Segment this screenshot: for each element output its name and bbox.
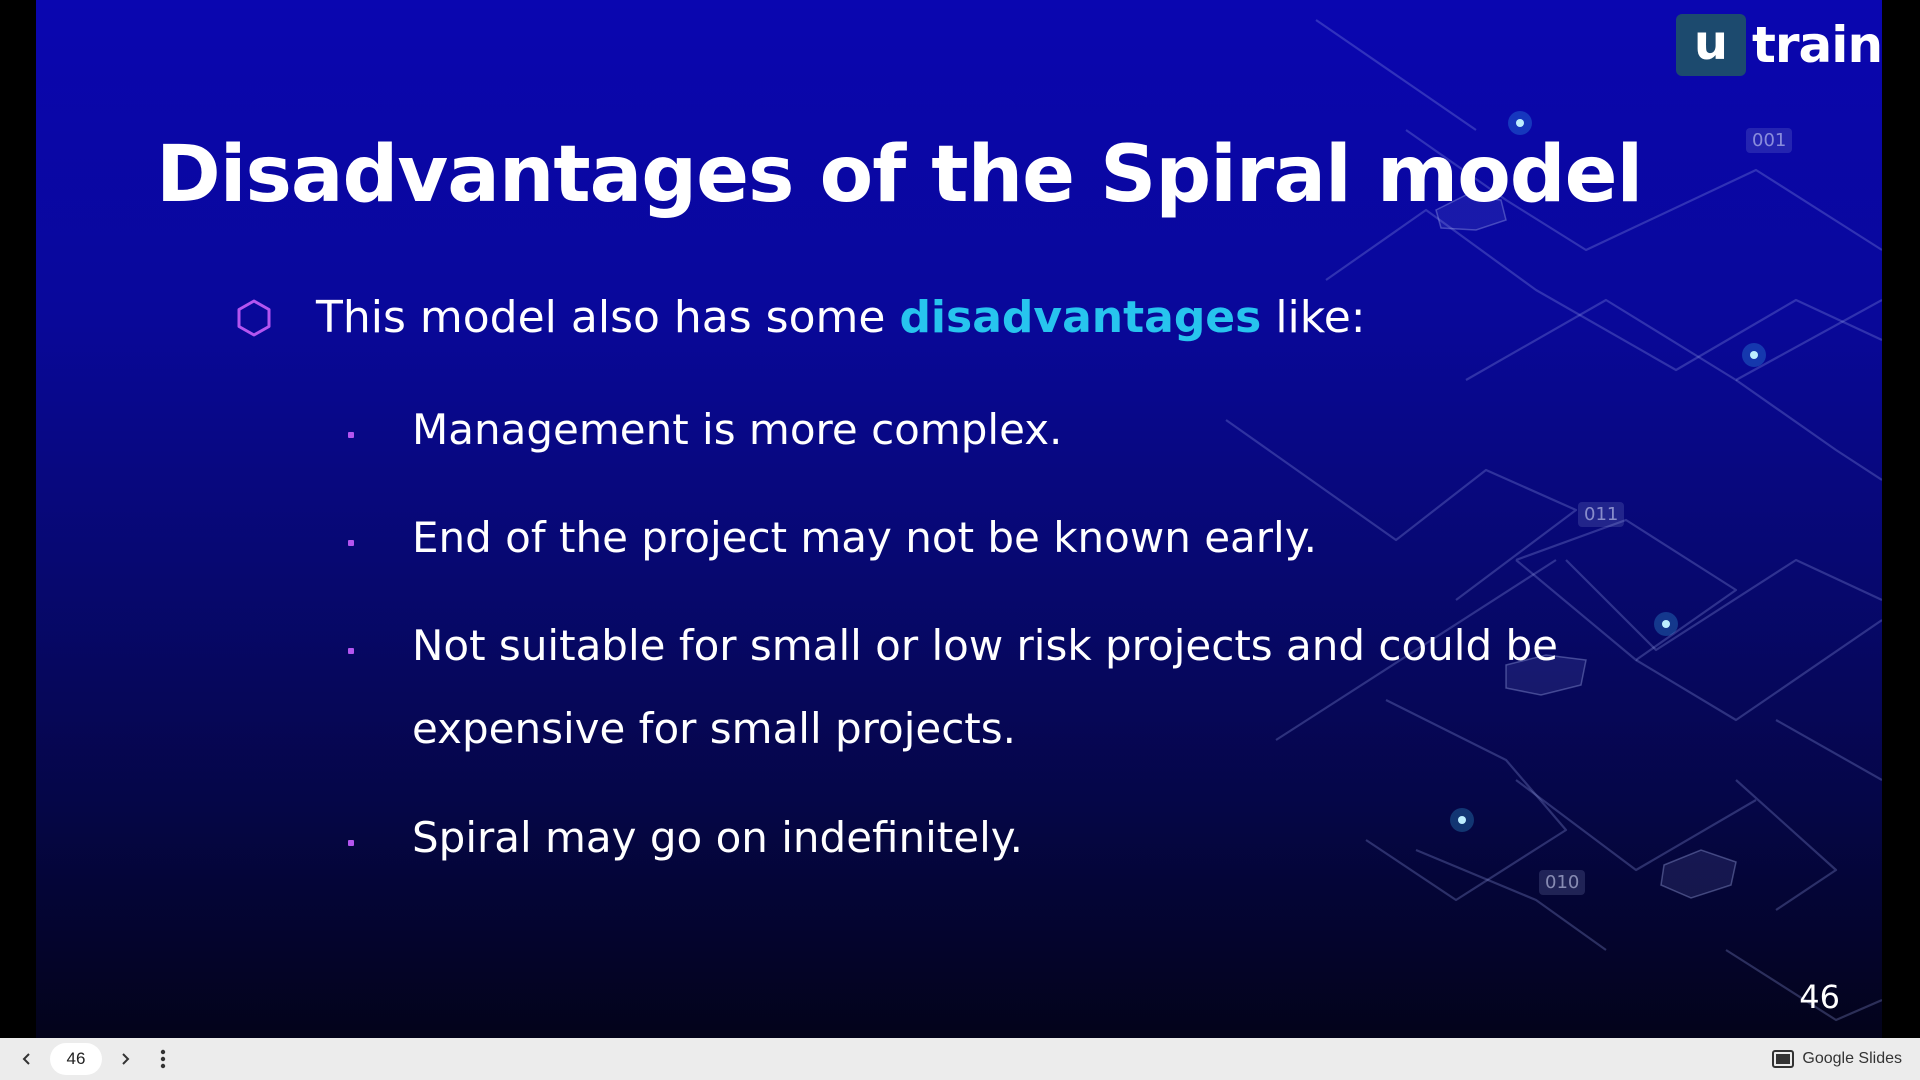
intro-suffix: like: bbox=[1261, 292, 1366, 343]
chevron-left-icon bbox=[22, 1053, 30, 1065]
bullet-item: End of the project may not be known earl… bbox=[348, 513, 1652, 579]
slide-title: Disadvantages of the Spiral model bbox=[156, 130, 1643, 220]
slide: 001 011 010 u train Disadvantages of the… bbox=[36, 0, 1882, 1038]
binary-tag: 001 bbox=[1746, 128, 1793, 153]
bullet-item: Spiral may go on indefinitely. bbox=[348, 813, 1652, 879]
next-slide-button[interactable] bbox=[110, 1044, 140, 1074]
bullet-dot bbox=[348, 432, 354, 438]
brand-label: Google Slides bbox=[1802, 1050, 1902, 1067]
presentation-viewer: 001 011 010 u train Disadvantages of the… bbox=[0, 0, 1920, 1080]
bullet-dot bbox=[348, 648, 354, 654]
bullet-text: End of the project may not be known earl… bbox=[412, 513, 1317, 562]
bullet-text: Not suitable for small or low risk proje… bbox=[412, 621, 1558, 753]
google-slides-link[interactable]: Google Slides bbox=[1772, 1038, 1902, 1080]
intro-prefix: This model also has some bbox=[316, 292, 900, 343]
bullet-item: Management is more complex. bbox=[348, 405, 1652, 471]
logo-word: train bbox=[1752, 16, 1882, 74]
bullet-item: Not suitable for small or low risk proje… bbox=[348, 621, 1652, 770]
viewer-toolbar: Google Slides bbox=[0, 1038, 1920, 1080]
more-vert-icon bbox=[160, 1049, 166, 1069]
bullet-text: Management is more complex. bbox=[412, 405, 1063, 454]
logo-box: u bbox=[1676, 14, 1746, 76]
intro-text: This model also has some disadvantages l… bbox=[316, 292, 1366, 343]
bullet-dot bbox=[348, 840, 354, 846]
hexagon-bullet-icon bbox=[237, 299, 271, 336]
intro-highlight: disadvantages bbox=[899, 292, 1262, 343]
utrain-logo: u train bbox=[1676, 14, 1882, 76]
slides-icon bbox=[1772, 1050, 1795, 1068]
bullet-dot bbox=[348, 540, 354, 546]
bullet-text: Spiral may go on indefinitely. bbox=[412, 813, 1023, 862]
chevron-right-icon bbox=[122, 1053, 130, 1065]
intro-line: This model also has some disadvantages l… bbox=[236, 292, 1366, 343]
page-number-input[interactable] bbox=[50, 1043, 102, 1075]
previous-slide-button[interactable] bbox=[12, 1044, 42, 1074]
slide-number: 46 bbox=[1799, 978, 1840, 1016]
more-options-button[interactable] bbox=[148, 1044, 178, 1074]
